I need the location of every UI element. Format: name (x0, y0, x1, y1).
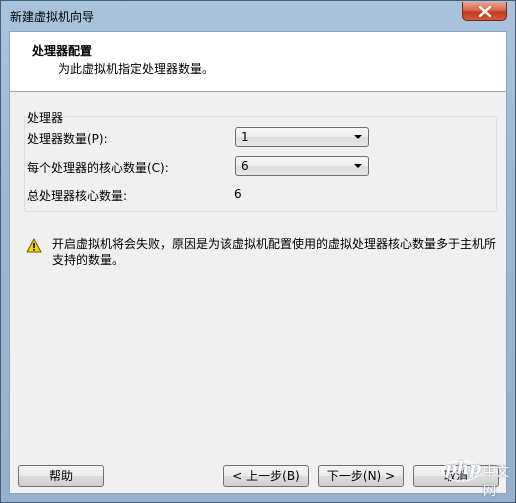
wizard-header: 处理器配置 为此虚拟机指定处理器数量。 (10, 32, 506, 92)
processor-count-select[interactable]: 1 (235, 127, 369, 147)
cores-per-processor-label: 每个处理器的核心数量(C): (27, 161, 169, 175)
next-button[interactable]: 下一步(N) > (318, 465, 404, 487)
warning-message: 开启虚拟机将会失败，原因是为该虚拟机配置使用的虚拟处理器核心数量多于主机所支持的… (52, 237, 497, 267)
help-button[interactable]: 帮助 (18, 465, 104, 487)
chevron-down-icon (354, 164, 362, 168)
page-subtitle: 为此虚拟机指定处理器数量。 (58, 62, 215, 76)
cores-per-processor-select[interactable]: 6 (235, 156, 369, 176)
processor-count-label: 处理器数量(P): (27, 132, 108, 146)
window-title: 新建虚拟机向导 (10, 10, 95, 24)
cores-per-processor-value: 6 (241, 159, 249, 173)
watermark: php 中文网 (425, 452, 513, 499)
total-cores-value: 6 (234, 187, 242, 201)
wizard-client-area: 处理器配置 为此虚拟机指定处理器数量。 处理器 处理器数量(P): 1 每个处理… (9, 31, 507, 494)
chevron-down-icon (354, 135, 362, 139)
total-cores-label: 总处理器核心数量: (27, 189, 128, 203)
close-icon (479, 6, 491, 17)
back-button[interactable]: < 上一步(B) (223, 465, 309, 487)
page-title: 处理器配置 (32, 44, 93, 58)
processor-group-legend: 处理器 (27, 109, 66, 126)
watermark-brand: php (445, 459, 482, 479)
title-bar[interactable]: 新建虚拟机向导 (1, 1, 515, 31)
wizard-window: 新建虚拟机向导 处理器配置 为此虚拟机指定处理器数量。 处理器 处理器数量(P)… (0, 0, 516, 503)
warning-icon (26, 238, 42, 253)
watermark-site: 中文网 (483, 465, 510, 499)
close-button[interactable] (462, 2, 507, 21)
processor-count-value: 1 (241, 130, 249, 144)
